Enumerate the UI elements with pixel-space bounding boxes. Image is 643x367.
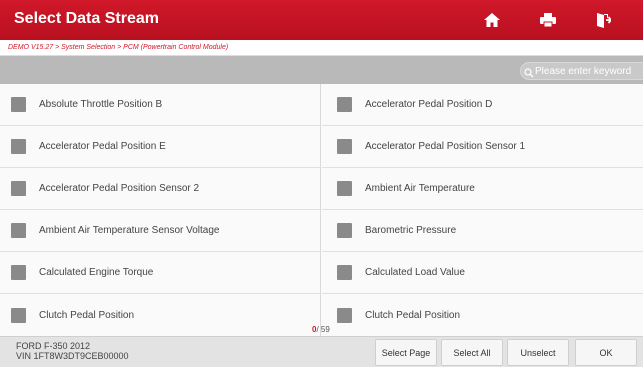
list-column-right: Accelerator Pedal Position D Accelerator…	[322, 84, 643, 336]
print-button[interactable]	[522, 0, 574, 40]
list-item[interactable]: Clutch Pedal Position	[322, 294, 643, 336]
list-item[interactable]: Clutch Pedal Position	[0, 294, 320, 336]
item-label: Clutch Pedal Position	[365, 309, 461, 321]
ok-button[interactable]: OK	[575, 339, 637, 366]
home-button[interactable]	[466, 0, 518, 40]
page-title: Select Data Stream	[14, 10, 159, 27]
unselect-button[interactable]: Unselect	[507, 339, 569, 366]
search-input[interactable]: Please enter keyword	[520, 62, 643, 80]
checkbox[interactable]	[11, 265, 26, 280]
vehicle-model: FORD F-350 2012	[16, 341, 91, 351]
item-label: Absolute Throttle Position B	[39, 99, 163, 110]
list-item[interactable]: Calculated Engine Torque	[0, 252, 320, 294]
checkbox[interactable]	[337, 181, 352, 196]
vehicle-vin: VIN 1FT8W3DT9CEB00000	[16, 351, 129, 361]
exit-button[interactable]	[578, 0, 630, 40]
title-bar: Select Data Stream	[0, 0, 643, 40]
checkbox[interactable]	[337, 223, 352, 238]
checkbox[interactable]	[337, 97, 352, 112]
item-label: Ambient Air Temperature Sensor Voltage	[39, 225, 220, 236]
vehicle-info: FORD F-350 2012 VIN 1FT8W3DT9CEB00000	[16, 341, 129, 361]
item-label: Accelerator Pedal Position Sensor 2	[39, 183, 200, 194]
list-item[interactable]: Absolute Throttle Position B	[0, 84, 320, 126]
search-icon	[524, 65, 536, 78]
item-label: Barometric Pressure	[365, 225, 457, 236]
checkbox[interactable]	[337, 265, 352, 280]
list-item[interactable]: Ambient Air Temperature	[322, 168, 643, 210]
item-label: Calculated Load Value	[365, 267, 465, 278]
list-item[interactable]: Barometric Pressure	[322, 210, 643, 252]
home-icon	[484, 13, 500, 27]
checkbox[interactable]	[11, 139, 26, 154]
list-item[interactable]: Accelerator Pedal Position Sensor 1	[322, 126, 643, 168]
total-count: / 59	[316, 325, 330, 334]
selection-counter: 0/ 59	[312, 325, 330, 334]
footer-bar: FORD F-350 2012 VIN 1FT8W3DT9CEB00000 Se…	[0, 336, 643, 367]
checkbox[interactable]	[337, 307, 352, 323]
item-label: Accelerator Pedal Position E	[39, 141, 166, 152]
select-page-button[interactable]: Select Page	[375, 339, 437, 366]
checkbox[interactable]	[11, 223, 26, 238]
item-label: Ambient Air Temperature	[365, 183, 475, 194]
printer-icon	[540, 13, 556, 27]
list-item[interactable]: Accelerator Pedal Position D	[322, 84, 643, 126]
search-bar: Please enter keyword	[0, 56, 643, 84]
checkbox[interactable]	[11, 181, 26, 196]
item-label: Accelerator Pedal Position D	[365, 99, 493, 110]
list-item[interactable]: Ambient Air Temperature Sensor Voltage	[0, 210, 320, 252]
exit-icon	[597, 12, 611, 28]
list-column-left: Absolute Throttle Position B Accelerator…	[0, 84, 321, 336]
list-item[interactable]: Accelerator Pedal Position E	[0, 126, 320, 168]
data-stream-list: Absolute Throttle Position B Accelerator…	[0, 84, 643, 336]
checkbox[interactable]	[11, 97, 26, 112]
item-label: Accelerator Pedal Position Sensor 1	[365, 141, 526, 152]
checkbox[interactable]	[11, 307, 26, 323]
item-label: Calculated Engine Torque	[39, 267, 154, 278]
breadcrumb: DEMO V15.27 > System Selection > PCM (Po…	[0, 40, 643, 56]
list-item[interactable]: Accelerator Pedal Position Sensor 2	[0, 168, 320, 210]
select-all-button[interactable]: Select All	[441, 339, 503, 366]
checkbox[interactable]	[337, 139, 352, 154]
list-item[interactable]: Calculated Load Value	[322, 252, 643, 294]
item-label: Clutch Pedal Position	[39, 309, 135, 321]
